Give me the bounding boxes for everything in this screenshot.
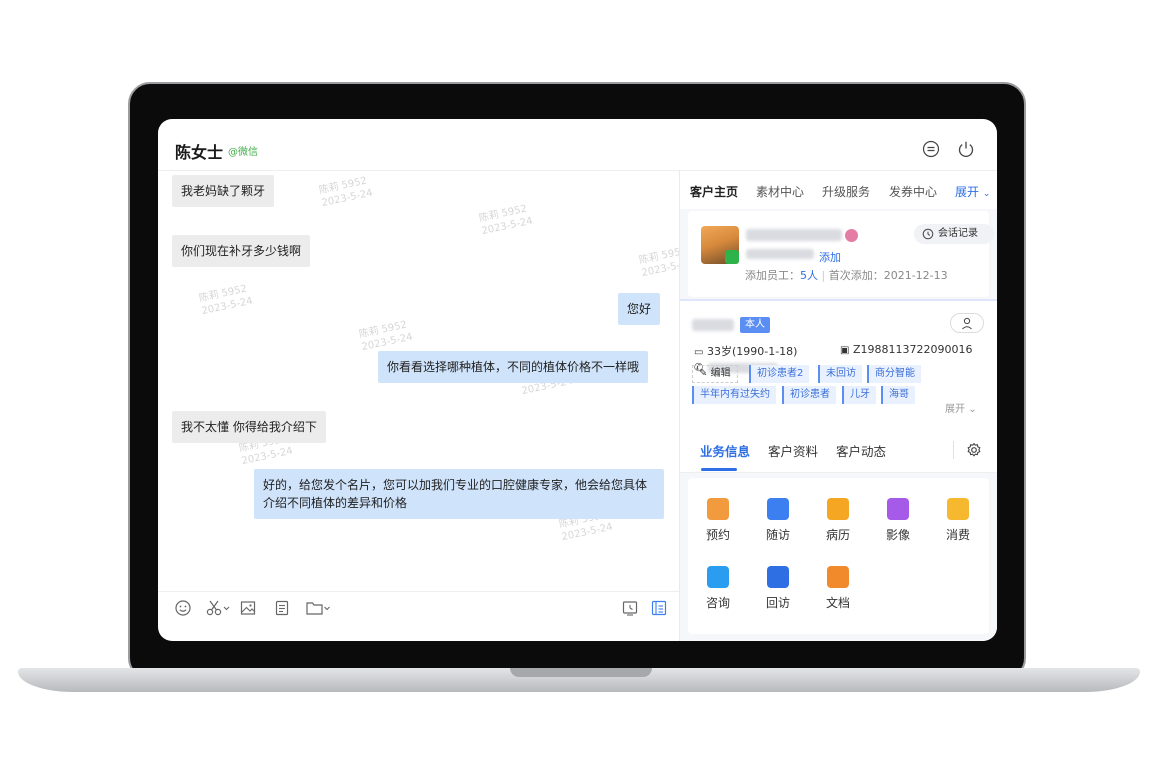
image-icon[interactable] bbox=[239, 599, 257, 617]
patient-tag[interactable]: 初诊患者2 bbox=[749, 365, 810, 383]
customer-meta: 添加员工：5人 | 首次添加：2021-12-13 bbox=[745, 269, 948, 282]
customer-name-redacted bbox=[746, 229, 842, 241]
customer-panel: 客户主页 素材中心 升级服务 发券中心 展开 ⌄ 添加 添加员工：5人 | 首次… bbox=[680, 171, 997, 641]
camera-icon bbox=[887, 498, 909, 520]
quick-reply-icon[interactable] bbox=[650, 599, 668, 617]
appointment-icon bbox=[707, 498, 729, 520]
chat-header: 陈女士 @微信 bbox=[158, 119, 997, 171]
follow-up-icon bbox=[767, 498, 789, 520]
tab-customer-home[interactable]: 客户主页 bbox=[690, 183, 738, 200]
active-tab-indicator bbox=[701, 468, 737, 471]
watermark: 陈莉 59522023-5-24 bbox=[478, 203, 534, 238]
document-stack-icon bbox=[827, 566, 849, 588]
add-link[interactable]: 添加 bbox=[819, 249, 841, 265]
contact-name: 陈女士 bbox=[175, 143, 224, 162]
panel-tabs: 客户主页 素材中心 升级服务 发券中心 展开 ⌄ bbox=[680, 171, 997, 209]
watermark: 陈莉 59522023-5-24 bbox=[358, 319, 414, 354]
patient-tag[interactable]: 儿牙 bbox=[842, 386, 876, 404]
patient-tag[interactable]: 初诊患者 bbox=[782, 386, 836, 404]
pencil-icon: ✎ bbox=[699, 368, 708, 379]
input-divider bbox=[158, 591, 679, 592]
profile-button[interactable] bbox=[950, 313, 984, 333]
tab-business-info[interactable]: 业务信息 bbox=[700, 441, 750, 460]
message-bubble-incoming: 我不太懂 你得给我介绍下 bbox=[172, 411, 326, 443]
document-icon[interactable] bbox=[273, 599, 291, 617]
medical-record-button[interactable]: 病历 bbox=[813, 498, 863, 543]
tab-customer-activity[interactable]: 客户动态 bbox=[836, 441, 886, 460]
history-icon[interactable] bbox=[621, 599, 639, 617]
chat-area: 陈莉 5952 2023-5-24 陈莉 5952 2023-5-24 陈莉 595… bbox=[158, 171, 694, 641]
watermark: 陈莉 59522023-5-24 bbox=[318, 175, 374, 210]
patient-tag[interactable]: 未回访 bbox=[818, 365, 862, 383]
tab-separator bbox=[953, 441, 954, 459]
tab-customer-profile[interactable]: 客户资料 bbox=[768, 441, 818, 460]
app-window: 陈女士 @微信 陈莉 5952 2023-5-24 陈莉 5952 2023-5-2… bbox=[158, 119, 997, 641]
patient-tag[interactable]: 海哥 bbox=[881, 386, 915, 404]
phone-callback-icon bbox=[767, 566, 789, 588]
edit-tags-button[interactable]: ✎ 编辑 bbox=[692, 365, 738, 383]
added-staff-count[interactable]: 5人 bbox=[800, 269, 818, 282]
tags-expand-button[interactable]: 展开 ⌄ bbox=[945, 400, 977, 415]
power-icon[interactable] bbox=[957, 140, 975, 158]
imaging-button[interactable]: 影像 bbox=[873, 498, 923, 543]
emoji-icon[interactable] bbox=[174, 599, 192, 617]
chevron-down-icon: ⌄ bbox=[982, 189, 991, 199]
function-grid: 预约 随访 病历 影像 消费 咨询 回访 文档 bbox=[688, 478, 989, 634]
watermark: 陈莉 59522023-5-24 bbox=[198, 283, 254, 318]
tab-upgrade-service[interactable]: 升级服务 bbox=[822, 183, 870, 200]
consumption-button[interactable]: 消费 bbox=[933, 498, 983, 543]
contact-source: @微信 bbox=[228, 147, 258, 158]
message-bubble-incoming: 我老妈缺了颗牙 bbox=[172, 175, 275, 207]
patient-tag[interactable]: 半年内有过失约 bbox=[692, 386, 776, 404]
tabs-expand-button[interactable]: 展开 ⌄ bbox=[955, 183, 990, 200]
document-button[interactable]: 文档 bbox=[813, 566, 863, 611]
gear-icon[interactable] bbox=[966, 442, 982, 458]
message-bubble-outgoing: 您好 bbox=[618, 293, 661, 325]
customer-card: 添加 添加员工：5人 | 首次添加：2021-12-13 会话记录 bbox=[688, 211, 994, 297]
chat-record-icon bbox=[922, 228, 934, 240]
gender-icon bbox=[845, 229, 858, 242]
message-bubble-incoming: 你们现在补牙多少钱啊 bbox=[172, 235, 311, 267]
business-tabs: 业务信息 客户资料 客户动态 bbox=[680, 423, 997, 473]
user-icon bbox=[962, 317, 972, 330]
patient-id: ▣ Z1988113722090016 bbox=[840, 343, 973, 356]
id-card-icon: ▣ bbox=[840, 345, 850, 356]
scissors-icon[interactable] bbox=[205, 599, 231, 617]
patient-name-redacted bbox=[692, 319, 734, 331]
self-tag: 本人 bbox=[740, 317, 770, 333]
folder-icon[interactable] bbox=[305, 599, 331, 617]
message-bubble-outgoing: 你看看选择哪种植体，不同的植体价格不一样哦 bbox=[378, 351, 649, 383]
appointment-button[interactable]: 预约 bbox=[693, 498, 743, 543]
callback-button[interactable]: 回访 bbox=[753, 566, 803, 611]
patient-tag[interactable]: 商分智能 bbox=[867, 365, 921, 383]
chevron-down-icon: ⌄ bbox=[968, 404, 977, 415]
tab-coupon-center[interactable]: 发券中心 bbox=[889, 183, 937, 200]
customer-phone-redacted bbox=[746, 249, 814, 259]
follow-up-button[interactable]: 随访 bbox=[753, 498, 803, 543]
wechat-icon bbox=[725, 250, 739, 264]
message-icon[interactable] bbox=[922, 140, 940, 158]
age-birth: ▭ 33岁(1990-1-18) bbox=[694, 345, 798, 358]
calendar-icon: ▭ bbox=[694, 347, 704, 358]
yuan-icon bbox=[947, 498, 969, 520]
consult-button[interactable]: 咨询 bbox=[693, 566, 743, 611]
message-bubble-outgoing: 好的，给您发个名片，您可以加我们专业的口腔健康专家，他会给您具体介绍不同植体的差… bbox=[254, 469, 664, 519]
medical-record-icon bbox=[827, 498, 849, 520]
tab-material-center[interactable]: 素材中心 bbox=[756, 183, 804, 200]
laptop-notch bbox=[510, 668, 652, 677]
chat-record-button[interactable]: 会话记录 bbox=[914, 224, 994, 244]
consult-icon bbox=[707, 566, 729, 588]
